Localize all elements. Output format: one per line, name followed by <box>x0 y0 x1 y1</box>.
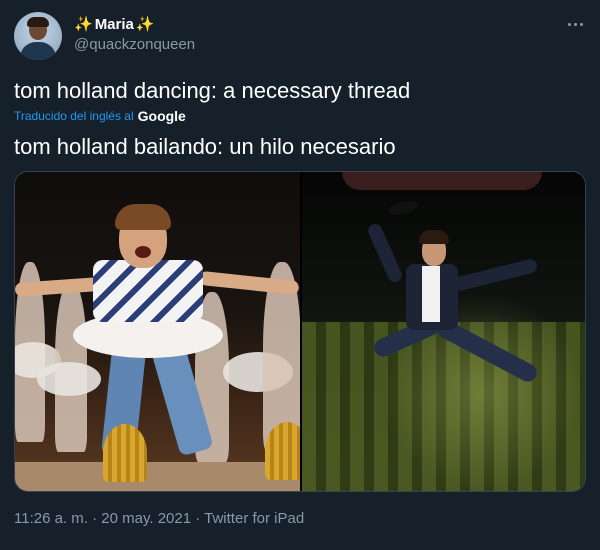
curtain-valance <box>342 172 542 190</box>
sparkles-icon: ✨ <box>135 15 155 33</box>
avatar-hair <box>27 17 49 27</box>
more-dot <box>567 22 571 26</box>
user-handle[interactable]: @quackzonqueen <box>74 36 195 53</box>
dancer-arm <box>365 221 405 285</box>
shell-prop <box>103 424 147 482</box>
dancer-hat <box>386 198 420 218</box>
more-dot <box>579 22 583 26</box>
translated-text: tom holland bailando: un hilo necesario <box>14 134 396 159</box>
dancer-hair <box>419 230 449 244</box>
dancer-arm <box>451 257 539 293</box>
photo-jumping-dancer[interactable] <box>302 172 585 491</box>
author-name-row[interactable]: ✨ Maria ✨ <box>74 14 155 34</box>
more-horizontal-icon[interactable] <box>563 14 587 34</box>
tweet-card: ✨ Maria ✨ @quackzonqueen tom holland dan… <box>0 0 600 550</box>
media-grid <box>14 171 586 492</box>
tweet-meta: 11:26 a. m. · 20 may. 2021 · Twitter for… <box>14 510 304 527</box>
boy-mouth <box>135 246 151 258</box>
photo-ballet-boy[interactable] <box>15 172 300 491</box>
tweet-time[interactable]: 11:26 a. m. <box>14 510 88 527</box>
boy-shirt <box>93 260 203 322</box>
boy-hair <box>115 204 171 230</box>
google-logo: Google <box>137 108 186 124</box>
avatar[interactable] <box>14 12 62 60</box>
sparkles-icon: ✨ <box>74 15 93 33</box>
meta-separator: · <box>92 510 98 527</box>
tweet-source[interactable]: Twitter for iPad <box>204 510 304 527</box>
dancer-shirt <box>422 266 440 322</box>
translation-attribution[interactable]: Traducido del inglés al Google <box>14 108 186 124</box>
stage-floor <box>15 462 300 491</box>
more-dot <box>573 22 577 26</box>
tweet-text: tom holland dancing: a necessary thread <box>14 78 411 103</box>
meta-separator: · <box>195 510 201 527</box>
tweet-date[interactable]: 20 may. 2021 <box>101 510 191 527</box>
background-tutu <box>37 362 101 396</box>
display-name[interactable]: Maria <box>95 16 134 33</box>
translated-label[interactable]: Traducido del inglés al <box>14 109 134 123</box>
shell-prop <box>265 422 300 480</box>
avatar-shirt <box>20 42 56 60</box>
